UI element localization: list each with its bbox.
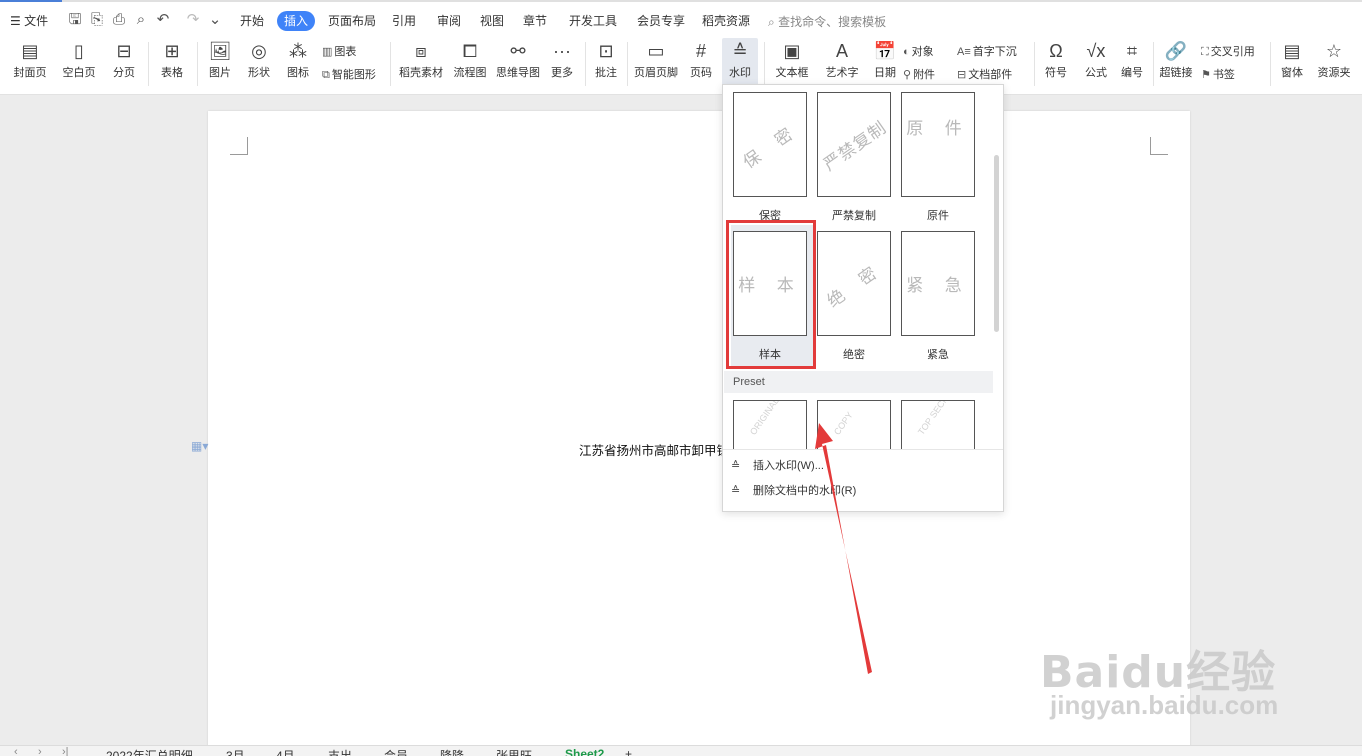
sheet-tab[interactable]: 3月 xyxy=(226,747,245,756)
sheet-tab-bar: ‹ › ›| 2022年汇总明细 3月 4月 支出 会员 降降 张思旺 Shee… xyxy=(0,745,1362,756)
prev-sheet-arrow-icon[interactable]: › xyxy=(38,746,42,756)
last-sheet-arrow-icon[interactable]: ›| xyxy=(62,746,69,756)
sheet-tab[interactable]: 会员 xyxy=(384,747,408,756)
sheet-tab[interactable]: 支出 xyxy=(328,747,352,756)
sheet-tab-active[interactable]: Sheet2 xyxy=(565,747,604,756)
add-sheet-icon[interactable]: + xyxy=(625,747,632,756)
first-sheet-arrow-icon[interactable]: ‹ xyxy=(14,746,18,756)
sheet-tab[interactable]: 4月 xyxy=(276,747,295,756)
arrow-shape xyxy=(815,423,872,674)
sheet-tab[interactable]: 张思旺 xyxy=(496,747,532,756)
baidu-jingyan-url: jingyan.baidu.com xyxy=(1050,690,1279,720)
sheet-tab[interactable]: 降降 xyxy=(440,747,464,756)
sheet-tab[interactable]: 2022年汇总明细 xyxy=(106,747,193,756)
